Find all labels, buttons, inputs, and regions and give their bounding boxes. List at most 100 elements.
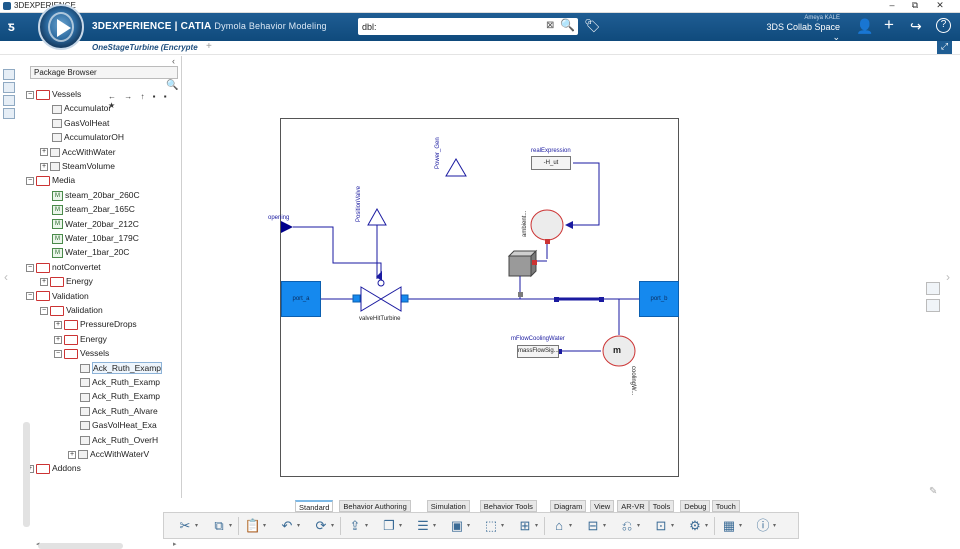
tab-diagram[interactable]: Diagram	[550, 500, 587, 512]
properties-panel-icon[interactable]	[926, 282, 940, 295]
update-icon[interactable]: ⟳	[312, 517, 330, 535]
tree-item[interactable]: + AccWithWater	[40, 147, 116, 160]
tree-item[interactable]: Ack_Ruth_Examp	[68, 361, 163, 376]
maximize-button[interactable]: ⧉	[905, 0, 925, 11]
chevron-down-icon[interactable]: ▾	[535, 522, 538, 529]
port-b[interactable]: port_b	[639, 281, 679, 317]
tab-behavior-authoring[interactable]: Behavior Authoring	[339, 500, 411, 512]
tree-item[interactable]: Msteam_20bar_260C	[40, 190, 140, 203]
expand-icon[interactable]: +	[54, 321, 62, 330]
expand-icon[interactable]: +	[40, 162, 48, 171]
package-icon[interactable]	[3, 95, 15, 106]
duplicate-icon[interactable]: ❐	[380, 517, 398, 535]
tree-item[interactable]: Accumulator	[40, 103, 111, 116]
chevron-down-icon[interactable]: ▾	[365, 522, 368, 529]
compass-icon[interactable]	[38, 4, 84, 50]
insert-icon[interactable]: ⊞	[516, 517, 534, 535]
clear-search-icon[interactable]: ⊠	[546, 20, 554, 31]
chevron-down-icon[interactable]: ▾	[705, 522, 708, 529]
expand-icon[interactable]: +	[40, 148, 48, 157]
tab-onestageturbine[interactable]: OneStageTurbine (Encrypte	[88, 41, 203, 55]
add-icon[interactable]: +	[884, 15, 894, 35]
collapse-icon[interactable]: −	[26, 292, 34, 301]
tree-item[interactable]: M Water_1bar_20C	[40, 247, 129, 260]
pen-icon[interactable]: ✎	[929, 486, 937, 497]
comments-panel-icon[interactable]	[926, 299, 940, 312]
collapse-icon[interactable]: −	[26, 90, 34, 99]
tree-item[interactable]: + Energy	[54, 334, 107, 347]
undo-icon[interactable]: ↶	[278, 517, 296, 535]
grid-icon[interactable]: ▦	[720, 517, 738, 535]
chevron-down-icon[interactable]: ▾	[501, 522, 504, 529]
measure-icon[interactable]: ⎌	[618, 517, 636, 535]
chevron-down-icon[interactable]: ▾	[603, 522, 606, 529]
tree-vertical-scrollbar[interactable]	[23, 422, 30, 527]
chevron-down-icon[interactable]: ▾	[467, 522, 470, 529]
help-icon[interactable]: ?	[936, 18, 951, 33]
tree-horizontal-scrollbar[interactable]	[38, 543, 123, 549]
tree-item[interactable]: Ack_Ruth_Examp	[68, 391, 160, 404]
user-info[interactable]: Ameya KALE 3DS Collab Space ⌄	[760, 15, 840, 43]
chevron-down-icon[interactable]: ▾	[195, 522, 198, 529]
tree-item[interactable]: + Addons	[26, 463, 81, 476]
tree-item[interactable]: GasVolHeat	[40, 118, 109, 131]
add-tab-button[interactable]: +	[206, 41, 212, 52]
structure-icon[interactable]: ⊟	[584, 517, 602, 535]
expand-icon[interactable]: +	[68, 450, 76, 459]
hierarchy-icon[interactable]: ⌂	[550, 517, 568, 535]
paste-icon[interactable]: 📋	[244, 517, 262, 535]
chevron-down-icon[interactable]: ▾	[773, 522, 776, 529]
close-button[interactable]: ✕	[930, 0, 950, 11]
tree-item[interactable]: Ack_Ruth_Alvare	[68, 406, 158, 419]
tree-item[interactable]: − Vessels	[54, 348, 109, 361]
tree-item[interactable]: AccumulatorOH	[40, 132, 124, 145]
tab-behavior-tools[interactable]: Behavior Tools	[479, 500, 537, 512]
chevron-down-icon[interactable]: ▾	[739, 522, 742, 529]
collapse-icon[interactable]: −	[54, 349, 62, 358]
search-input[interactable]	[362, 20, 542, 33]
real-expression-block[interactable]: -H_ut	[531, 156, 571, 170]
tree-item[interactable]: + AccWithWaterV	[68, 449, 149, 462]
copy-icon[interactable]: ⧉	[210, 517, 228, 535]
chevron-down-icon[interactable]: ▾	[297, 522, 300, 529]
tree-item[interactable]: M Water_10bar_179C	[40, 233, 139, 246]
expand-icon[interactable]: +	[40, 277, 48, 286]
browser-toolbar[interactable]: ← → ↑ ▪ ▪ ★	[108, 92, 181, 110]
tree-item[interactable]: + PressureDrops	[54, 319, 137, 332]
tab-touch[interactable]: Touch	[711, 500, 740, 512]
tree-item[interactable]: − Media	[26, 175, 75, 188]
select-icon[interactable]: ⬚	[482, 517, 500, 535]
cut-icon[interactable]: ✂	[176, 517, 194, 535]
tree-item[interactable]: Ack_Ruth_Examp	[68, 377, 160, 390]
scroll-right-icon[interactable]: ▸	[173, 540, 177, 548]
minimize-button[interactable]: –	[882, 0, 902, 10]
chevron-down-icon[interactable]: ▾	[671, 522, 674, 529]
tree-item[interactable]: − Validation	[40, 305, 103, 318]
chevron-down-icon[interactable]: ▾	[433, 522, 436, 529]
properties-icon[interactable]: ☰	[414, 517, 432, 535]
component-browser-icon[interactable]	[3, 108, 15, 119]
tree-item[interactable]: Msteam_2bar_165C	[40, 204, 135, 217]
chevron-down-icon[interactable]: ▾	[637, 522, 640, 529]
collab-space-selector[interactable]: 3DS Collab Space ⌄	[760, 22, 840, 43]
share-icon[interactable]: ↪	[910, 18, 922, 35]
expand-icon[interactable]: +	[54, 335, 62, 344]
right-nav-arrow-icon[interactable]: ›	[946, 270, 950, 284]
collapse-icon[interactable]: −	[26, 177, 34, 186]
chevron-down-icon[interactable]: ▾	[569, 522, 572, 529]
tree-item[interactable]: + Energy	[40, 276, 93, 289]
tree-item[interactable]: − Validation	[26, 291, 89, 304]
inspect-icon[interactable]: ⊡	[652, 517, 670, 535]
tree-item[interactable]: M Water_20bar_212C	[40, 219, 139, 232]
tree-item[interactable]: − notConvertet	[26, 262, 101, 275]
tool-icon[interactable]: ⚙	[686, 517, 704, 535]
left-nav-arrow-icon[interactable]: ‹	[4, 270, 8, 284]
search-icon[interactable]: 🔍	[560, 18, 575, 32]
mass-flow-block[interactable]: massFlowSig...	[517, 345, 559, 358]
tab-ar-vr[interactable]: AR-VR	[617, 500, 649, 512]
tree-item[interactable]: − Vessels	[26, 89, 81, 102]
component-icon[interactable]: ▣	[448, 517, 466, 535]
collapse-icon[interactable]: −	[26, 263, 34, 272]
diagram-canvas[interactable]: port_a port_b opening Power_Gen Position…	[268, 118, 679, 477]
tab-simulation[interactable]: Simulation	[426, 500, 470, 512]
